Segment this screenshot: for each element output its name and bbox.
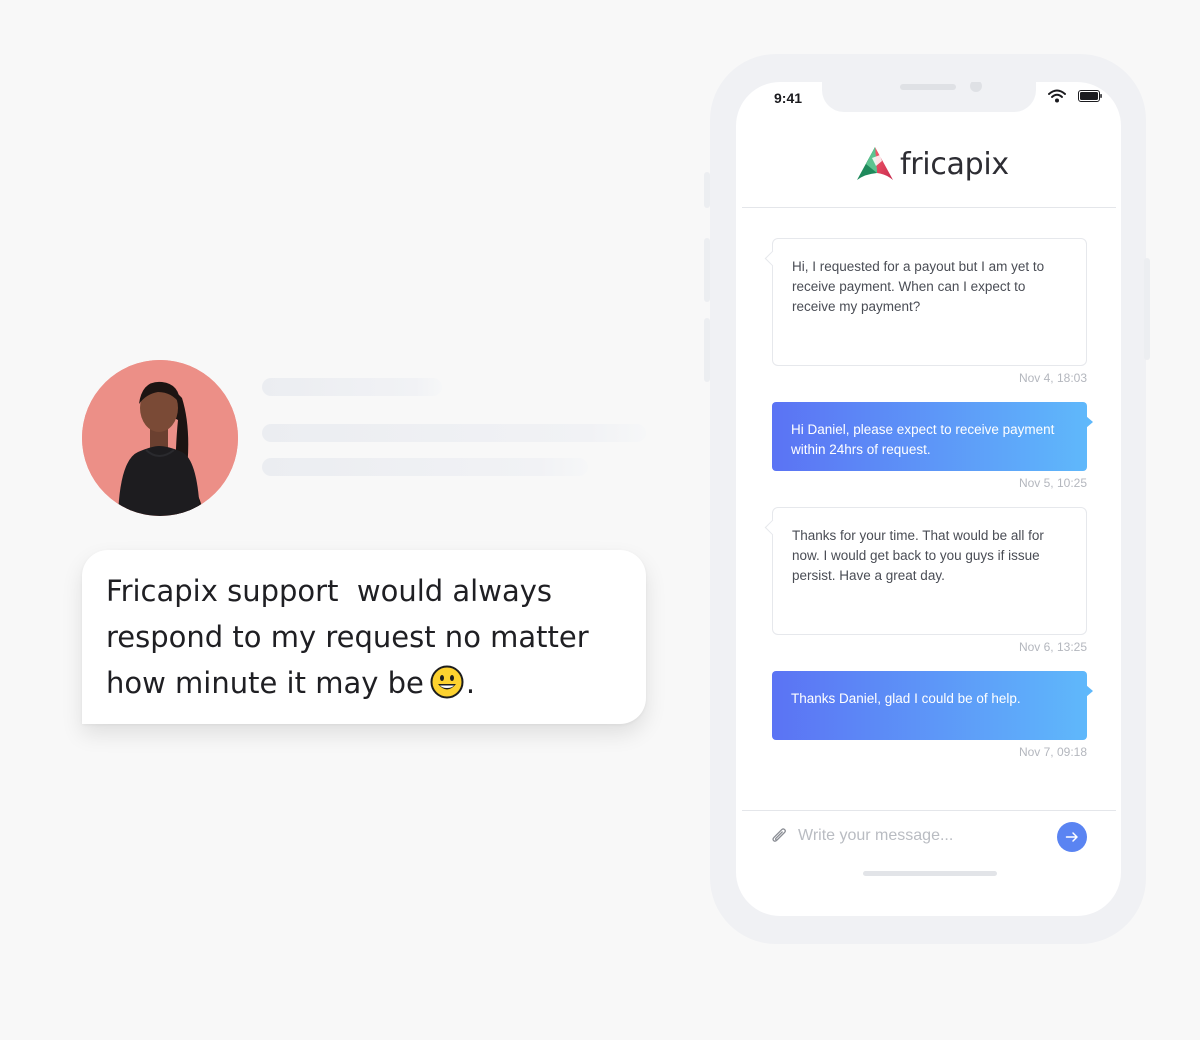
message-bubble-outgoing: Hi Daniel, please expect to receive paym…	[772, 402, 1093, 471]
placeholder-line	[262, 424, 646, 442]
testimonial-card: Fricapix support would always respond to…	[82, 550, 646, 724]
message-input[interactable]	[798, 822, 1048, 850]
testimonial-quote: Fricapix support would always respond to…	[106, 568, 626, 706]
placeholder-line	[262, 458, 588, 476]
phone-screen: 9:41 fricapix Hi, I requested for a payo…	[736, 82, 1121, 916]
phone-notch	[822, 82, 1036, 112]
quote-text: Fricapix support would always respond to…	[106, 574, 598, 700]
message-timestamp: Nov 4, 18:03	[1018, 371, 1087, 385]
header-divider	[742, 207, 1116, 208]
message-timestamp: Nov 6, 13:25	[1018, 640, 1087, 654]
grinning-face-emoji-icon	[430, 665, 464, 699]
message-bubble-incoming: Hi, I requested for a payout but I am ye…	[772, 238, 1087, 366]
message-text: Thanks for your time. That would be all …	[792, 528, 1044, 583]
home-indicator	[863, 871, 997, 876]
message-text: Hi, I requested for a payout but I am ye…	[792, 259, 1045, 314]
quote-end: .	[465, 666, 476, 700]
message-text: Hi Daniel, please expect to receive paym…	[791, 422, 1055, 457]
phone-side-button	[704, 318, 710, 382]
phone-side-button	[1144, 258, 1150, 360]
battery-icon	[1078, 90, 1102, 102]
message-timestamp: Nov 7, 09:18	[1018, 745, 1087, 759]
speaker-grille	[900, 84, 956, 90]
arrow-right-icon	[1065, 832, 1078, 842]
front-camera	[970, 82, 982, 92]
message-timestamp: Nov 5, 10:25	[1018, 476, 1087, 490]
fricapix-logo-icon	[857, 147, 893, 180]
person-photo	[82, 360, 238, 516]
message-text: Thanks Daniel, glad I could be of help.	[791, 691, 1021, 706]
avatar	[82, 360, 238, 516]
message-bubble-outgoing: Thanks Daniel, glad I could be of help.	[772, 671, 1093, 740]
phone-side-button	[704, 238, 710, 302]
send-button[interactable]	[1057, 822, 1087, 852]
brand-name: fricapix	[900, 146, 1009, 182]
status-time: 9:41	[774, 90, 803, 106]
wifi-icon	[1048, 89, 1066, 103]
message-bubble-incoming: Thanks for your time. That would be all …	[772, 507, 1087, 635]
phone-side-button	[704, 172, 710, 208]
paperclip-icon[interactable]	[770, 826, 790, 846]
placeholder-line	[262, 378, 442, 396]
brand-logo: fricapix	[856, 144, 1009, 184]
composer-divider	[742, 810, 1116, 811]
